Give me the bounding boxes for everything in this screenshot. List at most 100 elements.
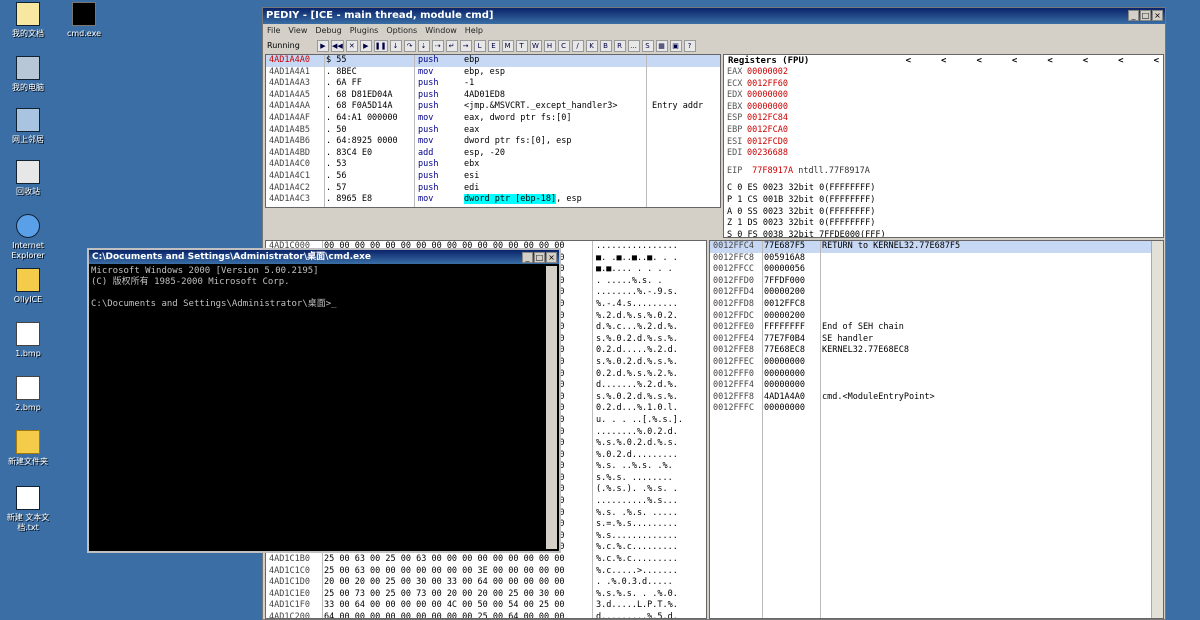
window-button[interactable]: T bbox=[515, 40, 528, 52]
open-icon[interactable]: ▶ bbox=[317, 40, 329, 52]
dump-row[interactable]: 4AD1C1B0 25 00 63 00 25 00 63 00 00 00 00… bbox=[266, 554, 706, 566]
stack-row[interactable]: 0012FFCC 00000056 bbox=[710, 264, 1163, 276]
register-ebp[interactable]: EBP 0012FCA0 bbox=[724, 125, 1163, 137]
registers-pane[interactable]: Registers (FPU) < < < < < < < < EAX 00000002 ECX 0… bbox=[723, 54, 1164, 238]
stack-row[interactable]: 0012FFF0 00000000 bbox=[710, 369, 1163, 381]
menu-item-view[interactable]: View bbox=[288, 24, 307, 38]
disasm-row[interactable]: 4AD1A4A5 . 68 D81ED04A push 4AD01ED8 bbox=[266, 90, 720, 102]
disasm-row[interactable]: 4AD1A4A1 . 8BEC mov ebp, esp bbox=[266, 67, 720, 79]
desktop-icon[interactable]: cmd.exe bbox=[56, 2, 112, 39]
dump-row[interactable]: 4AD1C200 64 00 00 00 00 00 00 00 00 00 25… bbox=[266, 612, 706, 618]
menu-item-window[interactable]: Window bbox=[425, 24, 457, 38]
window-button[interactable]: E bbox=[487, 40, 500, 52]
register-edx[interactable]: EDX 00000000 bbox=[724, 90, 1163, 102]
menu-item-options[interactable]: Options bbox=[386, 24, 417, 38]
disasm-row[interactable]: 4AD1A4A0 $ 55 push ebp bbox=[266, 55, 720, 67]
flag-segment-row[interactable]: C 0 ES 0023 32bit 0(FFFFFFFF) bbox=[724, 183, 1163, 195]
step-over-icon[interactable]: ↷ bbox=[403, 40, 416, 52]
close-icon[interactable]: × bbox=[546, 252, 557, 263]
arrow-left-icon[interactable]: < bbox=[1083, 55, 1088, 67]
stack-row[interactable]: 0012FFC4 77E687F5 RETURN to KERNEL32.77E68… bbox=[710, 241, 1163, 253]
menu-item-help[interactable]: Help bbox=[465, 24, 483, 38]
window-button[interactable]: C bbox=[557, 40, 570, 52]
help-icon[interactable]: ? bbox=[683, 40, 696, 52]
desktop-icon[interactable]: Internet Explorer bbox=[0, 214, 56, 261]
dump-row[interactable]: 4AD1C1E0 25 00 73 00 25 00 73 00 20 00 20… bbox=[266, 589, 706, 601]
disasm-row[interactable]: 4AD1A4BD . 83C4 E0 add esp, -20 bbox=[266, 148, 720, 160]
dump-row[interactable]: 4AD1C1F0 33 00 64 00 00 00 00 00 4C 00 50… bbox=[266, 600, 706, 612]
stack-scrollbar[interactable] bbox=[1151, 241, 1163, 618]
dump-row[interactable]: 4AD1C1C0 25 00 63 00 00 00 00 00 00 00 3E… bbox=[266, 566, 706, 578]
stack-row[interactable]: 0012FFEC 00000000 bbox=[710, 357, 1163, 369]
window-button[interactable]: M bbox=[501, 40, 514, 52]
console-output[interactable]: Microsoft Windows 2000 [Version 5.00.219… bbox=[91, 266, 337, 310]
goto-icon[interactable]: → bbox=[459, 40, 472, 52]
desktop-icon[interactable]: 1.bmp bbox=[0, 322, 56, 359]
flag-segment-row[interactable]: A 0 SS 0023 32bit 0(FFFFFFFF) bbox=[724, 207, 1163, 219]
trace-into-icon[interactable]: ⇣ bbox=[417, 40, 430, 52]
desktop-icon[interactable]: 网上邻居 bbox=[0, 108, 56, 145]
flag-segment-row[interactable]: S 0 FS 0038 32bit 7FFDE000(FFF) bbox=[724, 230, 1163, 237]
stack-row[interactable]: 0012FFE8 77E68EC8 KERNEL32.77E68EC8 bbox=[710, 345, 1163, 357]
cmd-scrollbar[interactable] bbox=[546, 266, 557, 549]
desktop-icon[interactable]: 2.bmp bbox=[0, 376, 56, 413]
disasm-row[interactable]: 4AD1A4C0 . 53 push ebx bbox=[266, 159, 720, 171]
register-esp[interactable]: ESP 0012FC84 bbox=[724, 113, 1163, 125]
disasm-row[interactable]: 4AD1A4C3 . 8965 E8 mov dword ptr [ebp-18], … bbox=[266, 194, 720, 206]
menu-item-debug[interactable]: Debug bbox=[315, 24, 341, 38]
disasm-row[interactable]: 4AD1A4AF . 64:A1 000000 mov eax, dword ptr … bbox=[266, 113, 720, 125]
run-icon[interactable]: ▶ bbox=[359, 40, 372, 52]
ollyice-titlebar[interactable]: PEDIY - [ICE - main thread, module cmd] … bbox=[263, 8, 1165, 24]
window-button[interactable]: K bbox=[585, 40, 598, 52]
desktop-icon[interactable]: 新建文件夹 bbox=[0, 430, 56, 467]
stack-row[interactable]: 0012FFF8 4AD1A4A0 cmd.<ModuleEntryPoint> bbox=[710, 392, 1163, 404]
register-eax[interactable]: EAX 00000002 bbox=[724, 67, 1163, 79]
disasm-row[interactable]: 4AD1A4C1 . 56 push esi bbox=[266, 171, 720, 183]
disasm-row[interactable]: 4AD1A4A3 . 6A FF push -1 bbox=[266, 78, 720, 90]
disasm-row[interactable]: 4AD1A4B5 . 50 push eax bbox=[266, 125, 720, 137]
execute-till-return-icon[interactable]: ↵ bbox=[445, 40, 458, 52]
flag-segment-row[interactable]: Z 1 DS 0023 32bit 0(FFFFFFFF) bbox=[724, 218, 1163, 230]
window-button[interactable]: H bbox=[543, 40, 556, 52]
trace-over-icon[interactable]: ⇢ bbox=[431, 40, 444, 52]
disasm-row[interactable]: 4AD1A4AA . 68 F0A5D14A push <jmp.&MSVCRT._e… bbox=[266, 101, 720, 113]
arrow-left-icon[interactable]: < bbox=[1154, 55, 1159, 67]
register-ebx[interactable]: EBX 00000000 bbox=[724, 102, 1163, 114]
cmd-titlebar[interactable]: C:\Documents and Settings\Administrator\… bbox=[89, 250, 559, 264]
cmd-window[interactable]: C:\Documents and Settings\Administrator\… bbox=[87, 248, 561, 553]
desktop-icon[interactable]: 新建 文本文档.txt bbox=[0, 486, 56, 533]
disasm-row[interactable]: 4AD1A4C2 . 57 push edi bbox=[266, 183, 720, 195]
stack-row[interactable]: 0012FFE4 77E7F0B4 SE handler bbox=[710, 334, 1163, 346]
menu-item-file[interactable]: File bbox=[267, 24, 280, 38]
stack-row[interactable]: 0012FFFC 00000000 bbox=[710, 403, 1163, 415]
desktop-icon[interactable]: 我的文档 bbox=[0, 2, 56, 39]
desktop-icon[interactable]: 我的电脑 bbox=[0, 56, 56, 93]
appearance-icon[interactable]: ▣ bbox=[669, 40, 682, 52]
maximize-icon[interactable]: □ bbox=[534, 252, 545, 263]
window-button[interactable]: W bbox=[529, 40, 542, 52]
arrow-left-icon[interactable]: < bbox=[1118, 55, 1123, 67]
menu-item-plugins[interactable]: Plugins bbox=[350, 24, 379, 38]
stack-row[interactable]: 0012FFD0 7FFDF000 bbox=[710, 276, 1163, 288]
window-button[interactable]: ... bbox=[627, 40, 640, 52]
window-button[interactable]: L bbox=[473, 40, 486, 52]
window-button[interactable]: / bbox=[571, 40, 584, 52]
dump-row[interactable]: 4AD1C1D0 20 00 20 00 25 00 30 00 33 00 64… bbox=[266, 577, 706, 589]
stack-pane[interactable]: 0012FFC4 77E687F5 RETURN to KERNEL32.77E68… bbox=[709, 240, 1164, 619]
arrow-left-icon[interactable]: < bbox=[1012, 55, 1017, 67]
step-into-icon[interactable]: ↓ bbox=[389, 40, 402, 52]
register-ecx[interactable]: ECX 0012FF60 bbox=[724, 79, 1163, 91]
minimize-icon[interactable]: _ bbox=[1128, 10, 1139, 21]
minimize-icon[interactable]: _ bbox=[522, 252, 533, 263]
close-icon[interactable]: × bbox=[1152, 10, 1163, 21]
register-eip[interactable]: EIP 77F8917A ntdll.77F8917A bbox=[724, 166, 1163, 178]
stack-row[interactable]: 0012FFDC 00000200 bbox=[710, 311, 1163, 323]
desktop-icon[interactable]: OllyICE bbox=[0, 268, 56, 305]
stack-row[interactable]: 0012FFD8 0012FFC8 bbox=[710, 299, 1163, 311]
stack-row[interactable]: 0012FFD4 00000200 bbox=[710, 287, 1163, 299]
window-button[interactable]: B bbox=[599, 40, 612, 52]
stack-row[interactable]: 0012FFE0 FFFFFFFF End of SEH chain bbox=[710, 322, 1163, 334]
arrow-left-icon[interactable]: < bbox=[941, 55, 946, 67]
maximize-icon[interactable]: □ bbox=[1140, 10, 1151, 21]
restart-icon[interactable]: ◀◀ bbox=[331, 40, 344, 52]
